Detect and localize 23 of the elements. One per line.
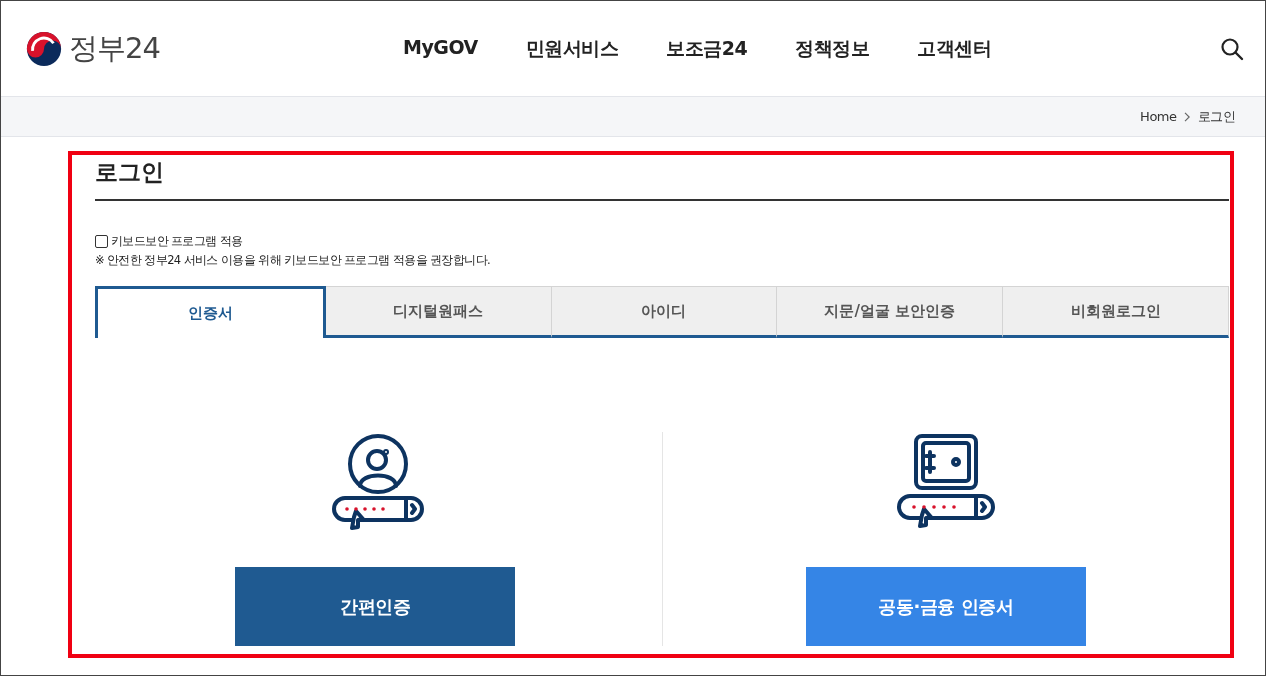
login-tab[interactable]: 디지털원패스 xyxy=(325,286,552,338)
nav-link[interactable]: 민원서비스 xyxy=(525,35,619,62)
checkbox[interactable] xyxy=(95,235,108,248)
nav-link[interactable]: MyGOV xyxy=(403,35,478,62)
logo-text[interactable]: 정부24 xyxy=(69,28,160,69)
breadcrumb-link[interactable]: 로그인 xyxy=(1197,107,1235,126)
person-login-icon xyxy=(332,434,425,530)
notice-text: ※ 안전한 정부24 서비스 이용을 위해 키보드보안 프로그램 적용을 권장합니다. xyxy=(95,253,492,268)
login-tab[interactable]: 지문/얼굴 보안인증 xyxy=(777,286,1004,338)
login-tab[interactable]: 아이디 xyxy=(551,286,778,338)
login-button[interactable]: 간편인증 xyxy=(235,567,516,646)
login-tab[interactable]: 인증서 xyxy=(95,286,326,338)
chevron-icon xyxy=(1183,111,1191,122)
nav-link[interactable]: 고객센터 xyxy=(917,35,992,62)
nav-link[interactable]: 정책정보 xyxy=(795,35,870,62)
login-tab[interactable]: 비회원로그인 xyxy=(1003,286,1229,338)
login-button[interactable]: 공동·금융 인증서 xyxy=(805,567,1086,646)
page-title: 로그인 xyxy=(95,158,165,187)
search-icon[interactable] xyxy=(1220,36,1244,61)
logo-icon xyxy=(25,29,63,68)
checkbox-label[interactable]: 키보드보안 프로그램 적용 xyxy=(111,234,243,249)
breadcrumb-link[interactable]: Home xyxy=(1140,109,1177,124)
nav-link[interactable]: 보조금24 xyxy=(666,35,748,62)
